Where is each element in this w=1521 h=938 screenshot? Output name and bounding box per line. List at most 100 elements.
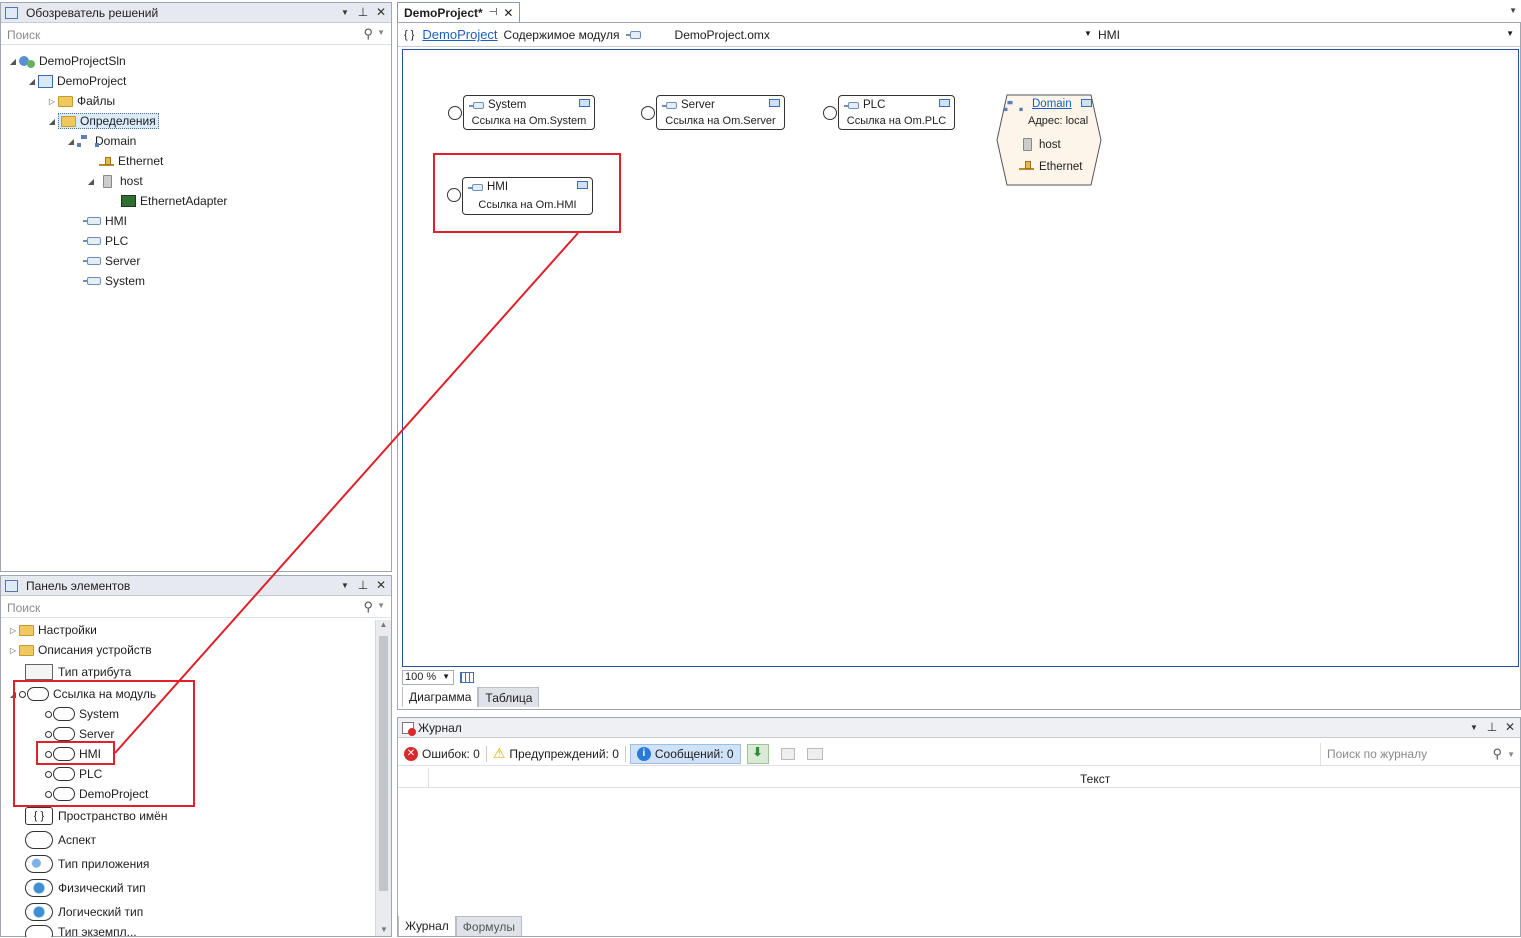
- diagram-canvas[interactable]: System Ссылка на Om.System Server Ссылка…: [402, 49, 1519, 667]
- scroll-thumb[interactable]: [379, 636, 388, 891]
- tree-item-system[interactable]: System: [83, 271, 145, 291]
- tab-diagram[interactable]: Диаграмма: [402, 687, 479, 707]
- node-system[interactable]: System Ссылка на Om.System: [448, 95, 595, 130]
- search-placeholder: Поиск: [7, 27, 41, 42]
- close-icon[interactable]: ✕: [1504, 720, 1516, 736]
- highlight-box-toolbox-hmi: [36, 741, 115, 765]
- toolbox-scrollbar[interactable]: ▲ ▼: [375, 620, 391, 936]
- search-icon[interactable]: ⚲: [1492, 746, 1502, 762]
- domain-icon: [77, 135, 99, 147]
- chevron-down-icon[interactable]: ▼: [377, 601, 385, 610]
- column-divider[interactable]: [428, 768, 429, 787]
- dropdown-icon[interactable]: ▼: [339, 578, 351, 594]
- close-icon[interactable]: ✕: [503, 6, 513, 20]
- messages-filter-button[interactable]: i Сообщений: 0: [629, 743, 741, 764]
- download-button[interactable]: ⬇: [746, 743, 769, 764]
- tree-label: Файлы: [77, 94, 116, 108]
- journal-search-input[interactable]: Поиск по журналу ⚲ ▼: [1320, 743, 1520, 765]
- tab-demoproject[interactable]: DemoProject* ⊣ ✕: [397, 2, 521, 22]
- errors-filter-button[interactable]: ✕ Ошибок: 0: [398, 744, 486, 764]
- toolbox-item-cut[interactable]: Тип экземпл...: [25, 925, 137, 937]
- tree-item-hmi[interactable]: HMI: [83, 211, 127, 231]
- tab-journal[interactable]: Журнал: [398, 916, 456, 936]
- collapse-icon[interactable]: ◢: [7, 57, 19, 66]
- collapse-icon[interactable]: ◢: [65, 137, 77, 146]
- tree-item-host[interactable]: ◢ host: [85, 171, 143, 191]
- expand-icon[interactable]: ▷: [7, 626, 19, 635]
- copy-icon[interactable]: [780, 747, 795, 760]
- port-icon[interactable]: [823, 106, 837, 120]
- tree-item-solution[interactable]: ◢ DemoProjectSln: [7, 51, 126, 71]
- warnings-filter-button[interactable]: ⚠ Предупреждений: 0: [487, 744, 625, 764]
- toolbox-item-attr-type[interactable]: Тип атрибута: [25, 662, 131, 682]
- column-header-text[interactable]: Текст: [1080, 772, 1110, 786]
- grid-icon[interactable]: [460, 671, 474, 683]
- domain-item-host[interactable]: host: [1039, 139, 1061, 151]
- chevron-down-icon[interactable]: ▼: [377, 28, 385, 37]
- tab-table[interactable]: Таблица: [478, 687, 540, 707]
- toolbox-item-device-desc[interactable]: ▷ Описания устройств: [7, 640, 152, 660]
- domain-item-ethernet[interactable]: Ethernet: [1039, 161, 1082, 173]
- tree-item-domain[interactable]: ◢ Domain: [65, 131, 136, 151]
- breadcrumb-text: Содержимое модуля: [503, 27, 620, 42]
- toolbox-search-input[interactable]: Поиск ⚲ ▼: [1, 598, 391, 618]
- toolbox-title: Панель элементов: [26, 578, 131, 593]
- toolbox-item-phys-type[interactable]: Физический тип: [25, 878, 146, 898]
- close-icon[interactable]: ✕: [375, 5, 387, 21]
- expand-icon[interactable]: ▷: [7, 646, 19, 655]
- item-label: Логический тип: [58, 905, 144, 919]
- solution-search-input[interactable]: Поиск ⚲ ▼: [1, 25, 391, 45]
- journal-toolbar: ✕ Ошибок: 0 ⚠ Предупреждений: 0 i Сообще…: [398, 742, 1520, 766]
- scroll-up-icon[interactable]: ▲: [376, 620, 391, 634]
- chevron-down-icon[interactable]: ▼: [442, 672, 450, 681]
- pin-icon[interactable]: ⊣: [489, 7, 498, 18]
- port-icon[interactable]: [448, 106, 462, 120]
- search-icon[interactable]: ⚲: [363, 26, 373, 42]
- tab-overflow-icon[interactable]: ▼: [1509, 6, 1517, 15]
- toolbox-item-logic-type[interactable]: Логический тип: [25, 902, 143, 922]
- search-icon[interactable]: ⚲: [363, 599, 373, 615]
- collapse-icon[interactable]: ◢: [46, 117, 58, 126]
- scroll-down-icon[interactable]: ▼: [376, 925, 392, 934]
- tree-item-adapter[interactable]: EthernetAdapter: [121, 191, 227, 211]
- tree-item-plc[interactable]: PLC: [83, 231, 128, 251]
- collapse-icon[interactable]: ◢: [26, 77, 38, 86]
- copy-all-icon[interactable]: [806, 747, 823, 760]
- journal-panel: Журнал ▼ ⊥ ✕ ✕ Ошибок: 0 ⚠ Предупреждени…: [397, 717, 1521, 937]
- solution-explorer-icon: [5, 6, 18, 19]
- close-icon[interactable]: ✕: [375, 578, 387, 594]
- dropdown-icon[interactable]: ▼: [339, 5, 351, 21]
- tree-item-server[interactable]: Server: [83, 251, 140, 271]
- selected-node[interactable]: HMI: [1098, 28, 1120, 42]
- tab-formulas[interactable]: Формулы: [455, 916, 523, 936]
- port-icon[interactable]: [641, 106, 655, 120]
- domain-title[interactable]: Domain: [1032, 98, 1072, 110]
- toolbox-item-settings[interactable]: ▷ Настройки: [7, 620, 97, 640]
- pin-icon[interactable]: ⊥: [357, 5, 369, 21]
- domain-node[interactable]: Domain Адрес: local host Ethernet: [1003, 97, 1099, 181]
- pin-icon[interactable]: ⊥: [1486, 720, 1498, 736]
- chevron-down-icon[interactable]: ▼: [1507, 750, 1515, 759]
- collapse-icon[interactable]: ◢: [85, 177, 97, 186]
- dropdown-icon[interactable]: ▼: [1468, 720, 1480, 736]
- tree-item-files[interactable]: ▷ Файлы: [46, 91, 115, 111]
- highlight-box-diagram-hmi: [433, 153, 621, 233]
- scope-dropdown-icon[interactable]: ▼: [1506, 29, 1514, 38]
- toolbox-item-app-type[interactable]: Тип приложения: [25, 854, 149, 874]
- node-dropdown-icon[interactable]: ▼: [1084, 29, 1092, 38]
- expand-icon[interactable]: ▷: [46, 97, 58, 106]
- node-plc[interactable]: PLC Ссылка на Om.PLC: [823, 95, 955, 130]
- node-server[interactable]: Server Ссылка на Om.Server: [641, 95, 785, 130]
- journal-titlebar[interactable]: Журнал ▼ ⊥ ✕: [398, 718, 1520, 738]
- tree-item-project[interactable]: ◢ DemoProject: [26, 71, 126, 91]
- pin-icon[interactable]: ⊥: [357, 578, 369, 594]
- tree-item-definitions[interactable]: ◢ Определения: [46, 111, 159, 131]
- tree-item-ethernet[interactable]: Ethernet: [99, 151, 163, 171]
- toolbox-item-namespace[interactable]: { } Пространство имён: [25, 806, 167, 826]
- toolbox-titlebar[interactable]: Панель элементов ▼ ⊥ ✕: [1, 576, 391, 596]
- module-icon: [83, 217, 101, 225]
- breadcrumb-link[interactable]: DemoProject: [422, 27, 497, 42]
- solution-explorer-titlebar[interactable]: Обозреватель решений ▼ ⊥ ✕: [1, 3, 391, 23]
- zoom-select[interactable]: 100 % ▼: [402, 669, 454, 685]
- toolbox-item-aspect[interactable]: Аспект: [25, 830, 96, 850]
